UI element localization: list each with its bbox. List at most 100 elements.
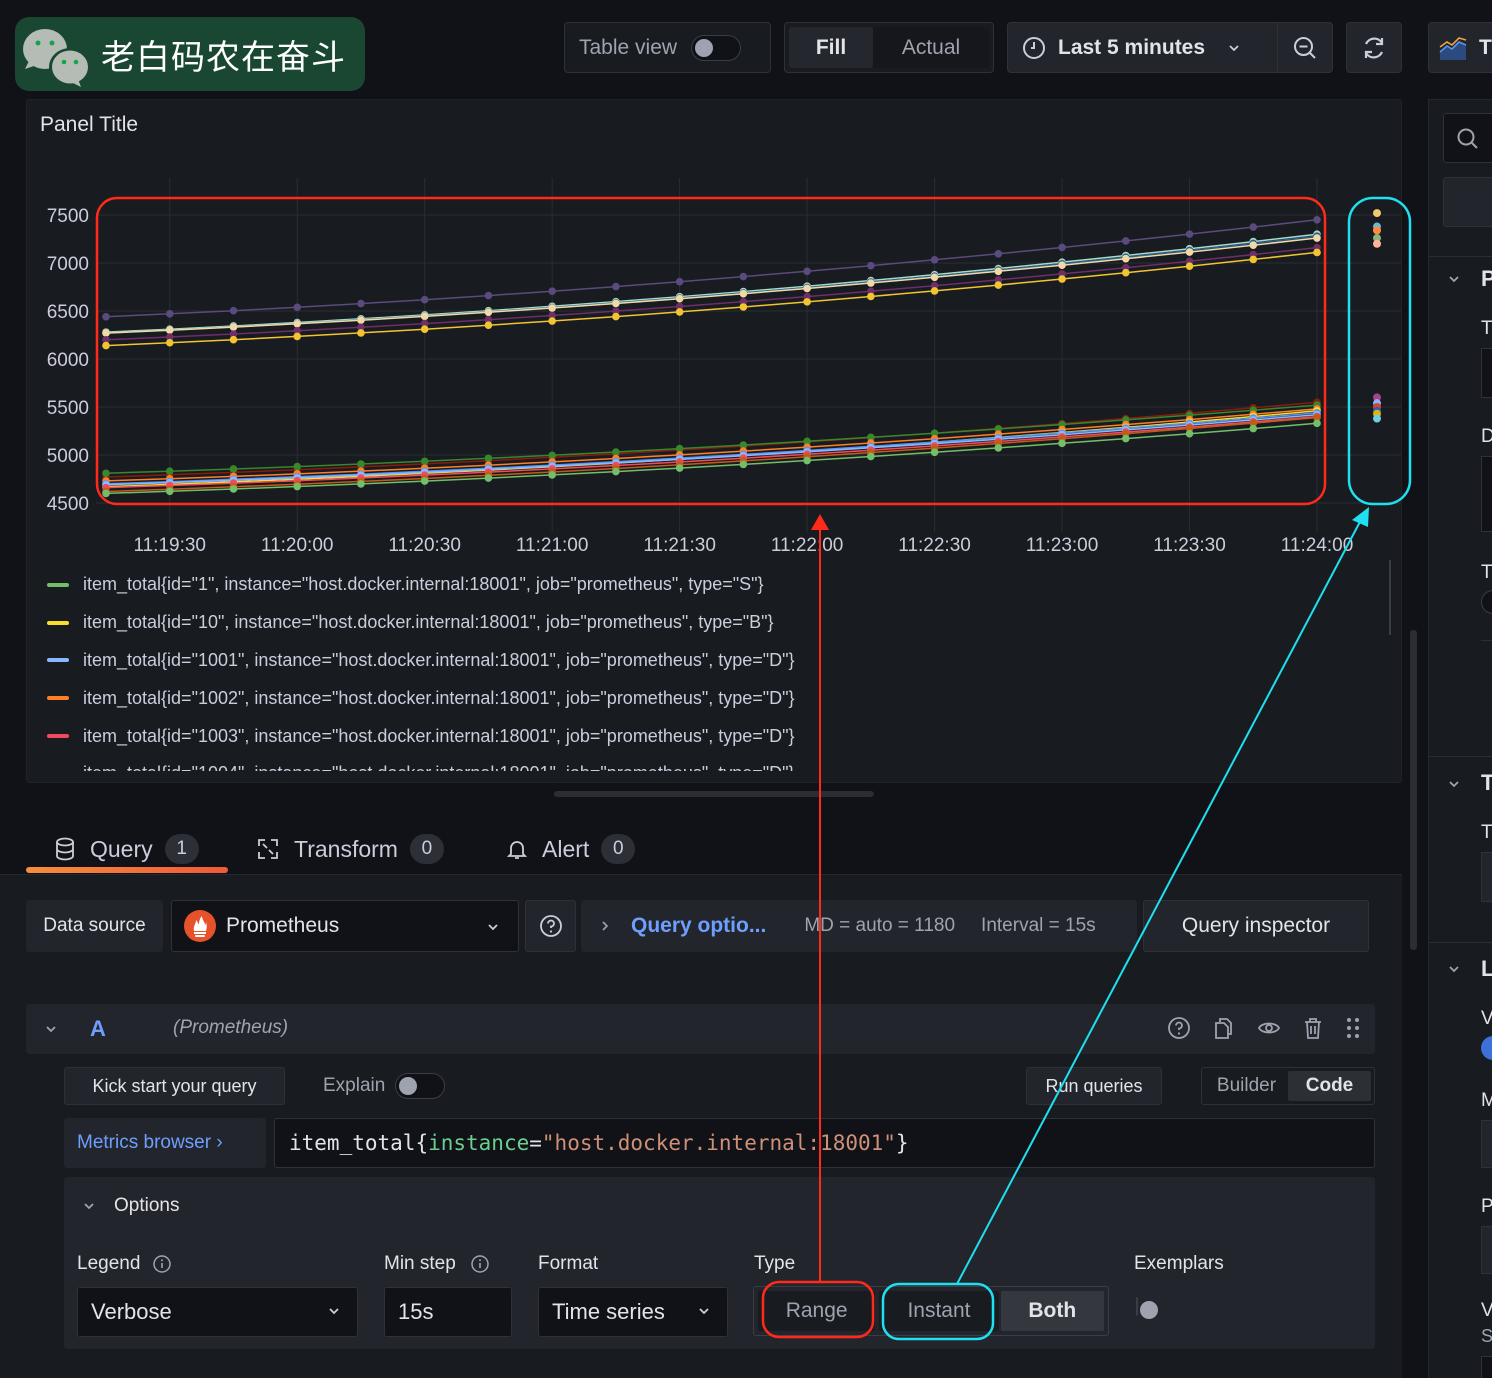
legend-visibility-switch[interactable] (1481, 1036, 1492, 1060)
help-icon[interactable] (1167, 1016, 1191, 1040)
table-view-label: Table view (579, 35, 678, 59)
data-point (739, 272, 748, 281)
data-source-select[interactable]: Prometheus (171, 900, 519, 952)
legend-values-select[interactable] (1481, 1356, 1492, 1378)
format-select[interactable]: Time series (538, 1287, 728, 1337)
promql-query-input[interactable]: item_total{instance = "host.docker.interna… (274, 1118, 1375, 1168)
zoom-out-button[interactable] (1278, 23, 1332, 72)
actual-button[interactable]: Actual (873, 27, 989, 68)
data-point (229, 306, 238, 315)
code-mode-button[interactable]: Code (1288, 1071, 1371, 1101)
info-icon[interactable] (470, 1254, 490, 1274)
legend-format-select[interactable]: Verbose (77, 1287, 358, 1337)
series-line (105, 422, 1318, 495)
legend-item[interactable]: item_total{id="10", instance="host.docke… (47, 604, 1387, 642)
data-point (357, 480, 365, 488)
options-search-input[interactable] (1443, 113, 1492, 163)
instant-points (1373, 209, 1381, 423)
chevron-down-icon[interactable] (1447, 777, 1461, 791)
tooltip-mode-radio[interactable] (1481, 852, 1492, 902)
legend-mode-radio[interactable] (1481, 1120, 1492, 1168)
info-icon[interactable] (152, 1254, 172, 1274)
table-view-toggle[interactable]: Table view (564, 22, 771, 73)
tab-transform-label: Transform (294, 835, 398, 862)
refresh-button[interactable] (1346, 22, 1402, 73)
data-point (1313, 248, 1321, 257)
query-ref-id[interactable]: A (90, 1016, 106, 1042)
panel-resize-handle[interactable] (554, 791, 874, 797)
editor-scrollbar[interactable] (1410, 630, 1417, 950)
y-axis: 7500 7000 6500 6000 5500 5000 4500 (47, 206, 89, 515)
tab-alert[interactable]: Alert 0 (506, 824, 636, 874)
type-instant-option[interactable]: Instant (879, 1291, 999, 1331)
chevron-down-icon[interactable] (1447, 272, 1461, 286)
legend-placement-radio[interactable] (1481, 1226, 1492, 1274)
options-header[interactable]: Options (82, 1195, 179, 1217)
data-point (1249, 241, 1258, 249)
chevron-down-icon[interactable] (1447, 962, 1461, 976)
drag-handle-icon[interactable] (1345, 1016, 1361, 1040)
query-inspector-button[interactable]: Query inspector (1143, 900, 1369, 952)
legend-item[interactable]: item_total{id="1003", instance="host.doc… (47, 717, 1387, 755)
legend-color-swatch (47, 696, 69, 701)
description-input[interactable] (1481, 456, 1492, 532)
x-tick-label: 11:24:00 (1281, 535, 1354, 556)
type-range-option[interactable]: Range (758, 1291, 876, 1331)
data-point (1121, 434, 1130, 443)
transparent-switch[interactable] (1481, 590, 1492, 614)
legend-item-label: item_total{id="1003", instance="host.doc… (83, 725, 795, 746)
options-view-switch[interactable] (1443, 177, 1492, 227)
collapse-chevron-icon (84, 1203, 94, 1210)
max-data-points-info: MD = auto = 1180 (804, 915, 956, 936)
data-point (420, 325, 429, 333)
section-tooltip[interactable]: T (1481, 770, 1492, 796)
data-point (102, 469, 110, 478)
explain-toggle[interactable]: Explain (323, 1067, 446, 1105)
legend-item[interactable]: item_total{id="1001", instance="host.doc… (47, 642, 1387, 680)
fill-button[interactable]: Fill (789, 27, 873, 68)
legend-item[interactable]: item_total{id="1", instance="host.docker… (47, 566, 1387, 604)
field-title-label: T (1481, 318, 1492, 339)
title-input[interactable] (1481, 348, 1492, 398)
min-step-input[interactable]: 15s (384, 1287, 512, 1337)
legend-item[interactable]: item_total{id="1002", instance="host.doc… (47, 679, 1387, 717)
section-legend[interactable]: L (1481, 956, 1492, 982)
data-point (484, 321, 493, 330)
builder-mode-button[interactable]: Builder (1205, 1071, 1288, 1101)
query-options-bar[interactable]: Query optio... MD = auto = 1180 Interval… (581, 900, 1137, 952)
section-panel-options[interactable]: P (1481, 266, 1492, 292)
visualization-picker[interactable]: T (1428, 22, 1492, 73)
duplicate-icon[interactable] (1212, 1016, 1236, 1040)
table-view-switch[interactable] (691, 34, 742, 61)
collapse-chevron-icon[interactable] (44, 1022, 58, 1036)
data-source-help-button[interactable] (525, 900, 576, 952)
sidebar-divider (1481, 640, 1492, 641)
brand-title: 老白码农在奋斗 (101, 37, 346, 78)
data-point (612, 312, 620, 321)
legend-scrollbar[interactable] (1389, 560, 1391, 635)
data-point (739, 303, 748, 311)
data-point (1185, 230, 1194, 238)
type-label: Type (754, 1253, 796, 1274)
y-tick-label: 6500 (47, 302, 89, 323)
explain-switch[interactable] (395, 1073, 446, 1099)
query-datasource-hint: (Prometheus) (173, 1017, 289, 1038)
eye-icon[interactable] (1257, 1016, 1281, 1040)
data-point (293, 482, 302, 491)
data-point (803, 267, 811, 276)
type-both-option[interactable]: Both (1000, 1291, 1104, 1331)
data-point (229, 465, 238, 473)
time-range-button[interactable]: Last 5 minutes (1008, 23, 1278, 72)
data-point (803, 298, 811, 306)
kick-start-query-button[interactable]: Kick start your query (64, 1067, 285, 1105)
run-queries-button[interactable]: Run queries (1026, 1067, 1162, 1105)
legend-item[interactable]: item_total{id="1004", instance="host.doc… (47, 755, 1387, 771)
query-options-label[interactable]: Query optio... (631, 914, 766, 938)
metrics-browser-button[interactable]: Metrics browser › (64, 1118, 266, 1168)
trash-icon[interactable] (1302, 1016, 1324, 1040)
data-point (803, 456, 811, 465)
exemplars-switch[interactable] (1136, 1297, 1138, 1316)
data-point (357, 316, 365, 324)
data-point (165, 487, 174, 496)
tab-transform[interactable]: Transform 0 (256, 824, 444, 874)
